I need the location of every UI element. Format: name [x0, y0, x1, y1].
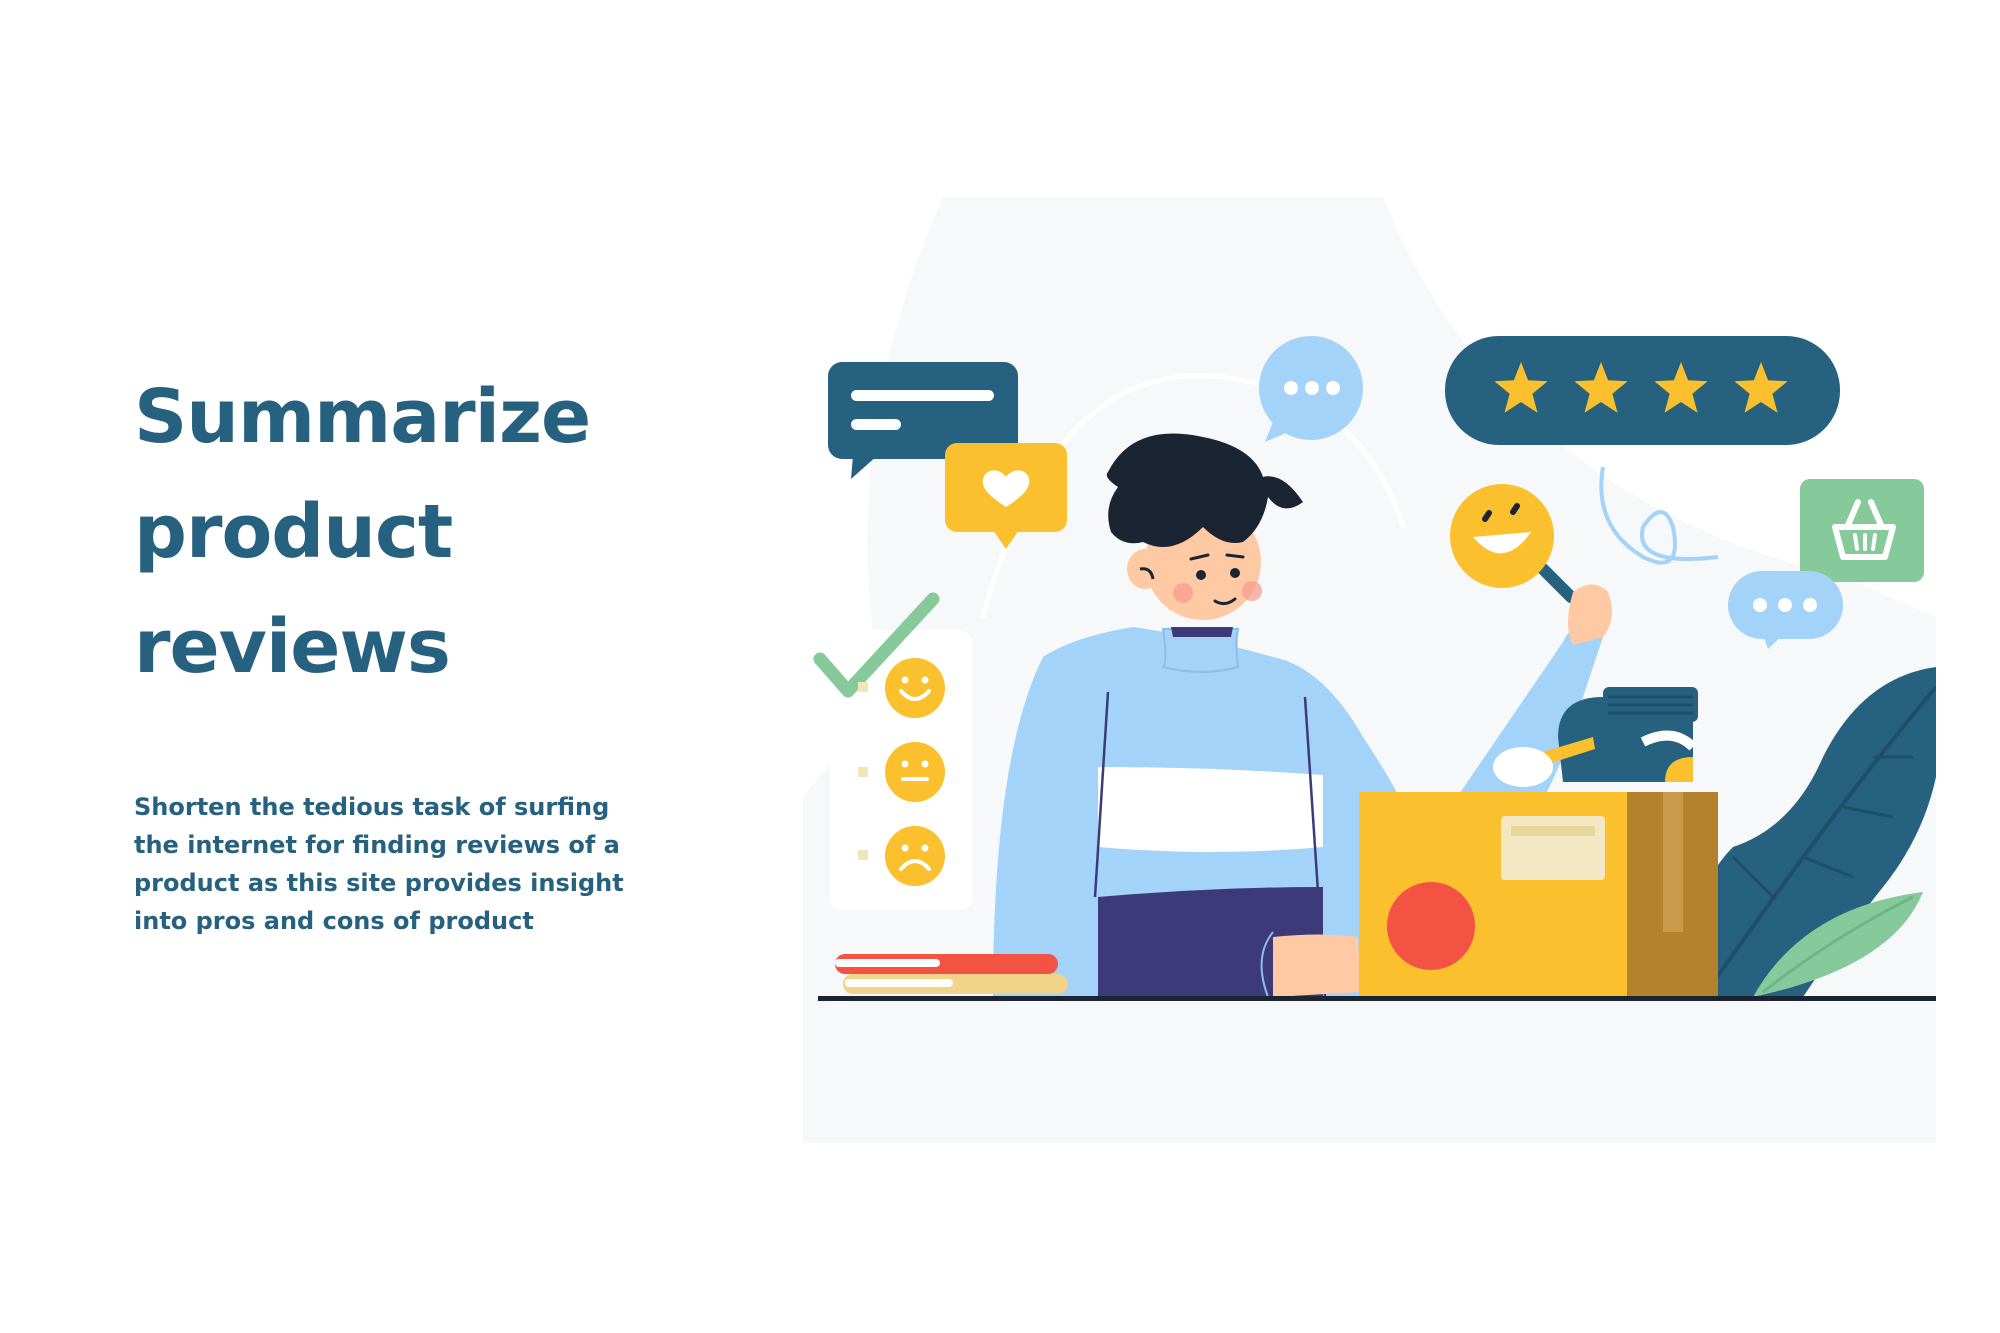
desk-line — [818, 996, 1936, 1001]
title-line-2: product — [134, 489, 453, 575]
hero-description: Shorten the tedious task of surfing the … — [134, 793, 624, 935]
neutral-face-icon — [885, 742, 945, 802]
hand — [1273, 934, 1361, 997]
sad-face-icon — [885, 826, 945, 886]
shipping-box — [1359, 792, 1718, 1000]
title-line-1: Summarize — [134, 374, 591, 460]
title-line-3: reviews — [134, 604, 451, 690]
page-title: Summarize product reviews — [134, 360, 694, 705]
illustration-canvas — [803, 197, 1936, 1143]
book-stack — [835, 954, 1068, 994]
hero-text: Summarize product reviews — [134, 360, 694, 705]
star-rating-badge — [1445, 336, 1840, 445]
happy-face-icon — [885, 658, 945, 718]
reviews-illustration — [803, 197, 1936, 1143]
feedback-checklist — [813, 592, 972, 910]
